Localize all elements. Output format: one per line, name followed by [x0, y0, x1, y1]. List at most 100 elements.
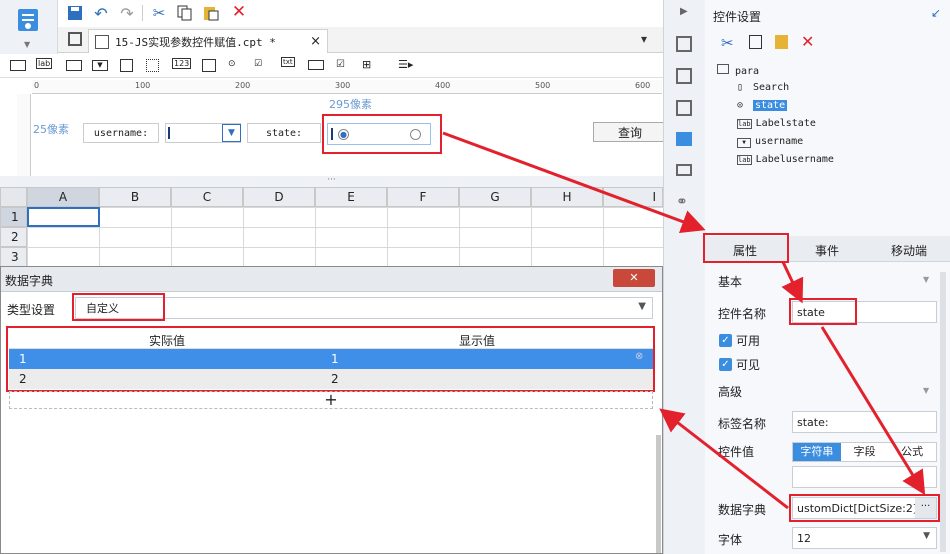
parameter-canvas: 295像素 25像素 username: ▼ state: ● 查询: [31, 94, 667, 176]
selected-cell-a1[interactable]: [27, 207, 100, 227]
col-header[interactable]: D: [243, 187, 315, 207]
cut-icon[interactable]: ✂: [721, 34, 734, 52]
cell-attr-icon[interactable]: [676, 36, 692, 52]
number-widget-icon[interactable]: 123: [172, 58, 192, 69]
combo-widget-icon[interactable]: ▼: [92, 60, 108, 71]
row-header[interactable]: 2: [0, 227, 27, 247]
date-widget-icon[interactable]: [120, 59, 133, 72]
txt-widget-icon[interactable]: txt: [281, 57, 295, 67]
tab-events[interactable]: 事件: [815, 242, 839, 259]
tree-item-label: Labelusername: [755, 154, 834, 165]
basic-section[interactable]: 基本: [718, 273, 742, 290]
paste-icon[interactable]: [202, 4, 220, 22]
cell-grid[interactable]: [27, 207, 663, 267]
textarea-widget-icon[interactable]: [202, 59, 216, 72]
tree-item[interactable]: lab Labelusername: [737, 154, 834, 165]
advanced-section[interactable]: 高级: [718, 383, 742, 400]
lab-widget-icon[interactable]: lab: [36, 58, 53, 69]
col-header[interactable]: B: [99, 187, 171, 207]
dialog-scrollbar[interactable]: [656, 435, 661, 553]
grid-icon[interactable]: [68, 32, 82, 46]
delete-icon[interactable]: ✕: [230, 2, 248, 22]
tab-close-icon[interactable]: ×: [310, 34, 321, 49]
panel-title: 控件设置: [713, 10, 762, 24]
col-header[interactable]: G: [459, 187, 531, 207]
font-label: 字体: [718, 533, 743, 547]
add-row-button[interactable]: +: [9, 391, 653, 409]
chevron-down-icon[interactable]: ▼: [923, 386, 929, 395]
save-icon[interactable]: [66, 4, 84, 22]
visible-checkbox[interactable]: ✓ 可见: [719, 356, 760, 373]
copy-icon[interactable]: [176, 4, 194, 22]
button-icon: ▯: [737, 82, 744, 93]
chevron-down-icon[interactable]: ▼: [638, 301, 646, 312]
enabled-checkbox[interactable]: ✓ 可用: [719, 332, 760, 349]
col-header[interactable]: C: [171, 187, 243, 207]
widget-settings-icon[interactable]: [676, 132, 692, 146]
col-header[interactable]: E: [315, 187, 387, 207]
font-select[interactable]: 12 ▼: [792, 527, 937, 549]
col-header[interactable]: H: [531, 187, 603, 207]
password-widget-icon[interactable]: [308, 60, 324, 70]
tree-root[interactable]: para: [717, 64, 759, 77]
value-tab-formula[interactable]: 公式: [888, 443, 936, 461]
col-header[interactable]: A: [27, 187, 99, 207]
label-widget-icon[interactable]: [10, 60, 26, 71]
format-icon[interactable]: [676, 100, 692, 116]
cut-icon[interactable]: ✂: [150, 4, 168, 22]
splitter[interactable]: ···: [0, 176, 663, 187]
hyperlink-icon[interactable]: ⚭: [676, 194, 688, 210]
tree-item[interactable]: ▼ username: [737, 136, 803, 148]
chevron-down-icon[interactable]: ▼: [923, 531, 930, 541]
tree-item[interactable]: ▯ Search: [737, 82, 789, 93]
ruler-tick: 300: [335, 81, 351, 90]
copy-icon[interactable]: [749, 35, 762, 49]
row-header[interactable]: 1: [0, 207, 27, 227]
col-label: G: [490, 190, 500, 204]
text-widget-icon[interactable]: [66, 60, 82, 71]
undo-icon[interactable]: ↶: [92, 4, 110, 23]
select-all-corner[interactable]: [0, 187, 27, 207]
chevron-down-icon[interactable]: ▼: [222, 124, 241, 142]
width-annotation: 295像素: [329, 98, 372, 111]
tag-label: 标签名称: [718, 417, 767, 431]
label-icon: lab: [737, 155, 752, 165]
query-button[interactable]: 查询: [593, 122, 667, 142]
radio-group-icon[interactable]: ⊙: [228, 59, 236, 69]
value-input[interactable]: [792, 466, 937, 488]
value-tab-string[interactable]: 字符串: [793, 443, 841, 461]
value-tab-field[interactable]: 字段: [841, 443, 889, 461]
condition-icon[interactable]: [676, 164, 692, 176]
dialog-title: 数据字典: [5, 274, 54, 288]
more-widgets-icon[interactable]: ☰▸: [398, 58, 413, 71]
tag-input[interactable]: state:: [792, 411, 937, 433]
tab-overflow-icon[interactable]: ▾: [641, 32, 647, 46]
tab-mobile[interactable]: 移动端: [891, 242, 927, 259]
tree-widget-icon[interactable]: ⊞: [362, 58, 371, 71]
col-header[interactable]: I: [603, 187, 663, 207]
widget-attr-icon[interactable]: [676, 68, 692, 84]
value-type-tabs: 字符串 字段 公式: [792, 442, 937, 462]
panel-dock-icon[interactable]: ↙: [931, 6, 941, 20]
delete-icon[interactable]: ✕: [801, 32, 814, 51]
column-headers: A B C D E F G H I: [27, 187, 663, 207]
chevron-down-icon[interactable]: ▼: [923, 275, 929, 284]
calendar-widget-icon[interactable]: [146, 59, 159, 72]
tree-item[interactable]: ⊙ state: [737, 100, 788, 111]
col-header[interactable]: F: [387, 187, 459, 207]
panel-scrollbar[interactable]: [940, 272, 946, 552]
checkbox-widget-icon[interactable]: ☑: [336, 59, 345, 70]
checkbox-group-icon[interactable]: ☑: [254, 59, 262, 69]
main-toolbar: ↶ ↷ ✂ ✕: [58, 0, 663, 27]
redo-icon[interactable]: ↷: [118, 4, 136, 23]
row-header[interactable]: 3: [0, 247, 27, 267]
tree-item[interactable]: lab Labelstate: [737, 118, 816, 129]
collapse-arrow-icon[interactable]: ▶: [680, 6, 688, 17]
app-menu-icon[interactable]: [14, 6, 42, 36]
ruler-tick: 0: [34, 81, 40, 90]
tab-report-file[interactable]: 15-JS实现参数控件赋值.cpt * ×: [88, 29, 328, 53]
chevron-down-icon[interactable]: ▼: [24, 40, 30, 49]
paste-icon[interactable]: [775, 35, 788, 49]
col-label: I: [652, 190, 656, 204]
dialog-close-button[interactable]: ✕: [613, 269, 655, 287]
